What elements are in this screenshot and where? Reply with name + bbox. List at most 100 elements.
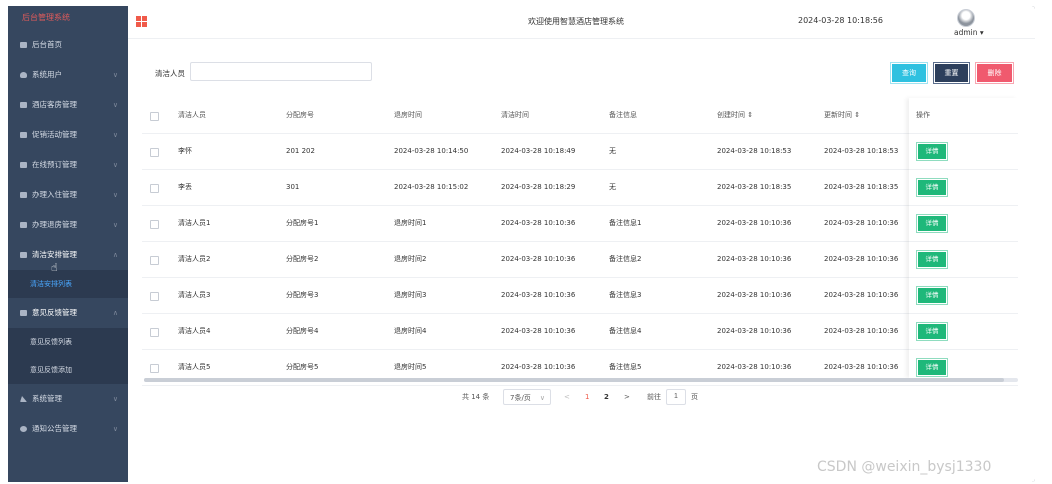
sidebar-item-label: 系统管理 — [32, 394, 62, 403]
detail-button[interactable]: 详情 — [916, 250, 948, 269]
table-cell: 2024-03-28 10:10:36 — [501, 219, 576, 227]
table-cell: 2024-03-28 10:14:50 — [394, 147, 469, 155]
sidebar-item-promotions[interactable]: 促销活动管理 ∨ — [8, 120, 128, 150]
cleaning-table: 清洁人员 分配房号 退房时间 清洁时间 备注信息 创建时间 ⇕ 更新时间 ⇕ 操… — [142, 98, 1018, 386]
doc-icon — [20, 252, 27, 258]
table-row: 清洁人员2 分配房号2 退房时间2 2024-03-28 10:10:36 备注信息2 2… — [142, 242, 1018, 278]
pager-page-1[interactable]: 1 — [585, 389, 589, 405]
table-cell: 无 — [609, 147, 616, 155]
row-checkbox[interactable] — [150, 256, 159, 265]
sidebar-item-label: 促销活动管理 — [32, 130, 77, 139]
table-cell: 2024-03-28 10:10:36 — [717, 219, 792, 227]
col-header: 备注信息 — [609, 111, 637, 119]
table-cell: 201 202 — [286, 147, 315, 155]
menu-toggle-icon[interactable] — [136, 16, 147, 27]
table-cell: 2024-03-28 10:10:36 — [717, 327, 792, 335]
pager-page-unit: 页 — [691, 393, 698, 401]
horizontal-scrollbar[interactable] — [144, 378, 1018, 382]
cleaner-search-input[interactable] — [190, 62, 372, 81]
col-header-sortable[interactable]: 更新时间 ⇕ — [824, 98, 860, 133]
delete-button[interactable]: 删除 — [975, 62, 1014, 84]
table-cell: 2024-03-28 10:10:36 — [824, 291, 899, 299]
chevron-down-icon: ∨ — [112, 425, 118, 433]
table-cell: 2024-03-28 10:18:35 — [824, 183, 899, 191]
sidebar-item-label: 办理入住管理 — [32, 190, 77, 199]
row-checkbox[interactable] — [150, 364, 159, 373]
table-cell: 2024-03-28 10:18:53 — [824, 147, 899, 155]
sidebar-subitem-feedback-list[interactable]: 意见反馈列表 — [8, 328, 128, 356]
col-header-sortable[interactable]: 创建时间 ⇕ — [717, 98, 753, 133]
info-icon — [20, 426, 27, 432]
chevron-down-icon: ∨ — [112, 71, 118, 79]
col-header: 清洁人员 — [178, 111, 206, 119]
sidebar-item-checkin[interactable]: 办理入住管理 ∨ — [8, 180, 128, 210]
sidebar-item-label: 通知公告管理 — [32, 424, 77, 433]
doc-icon — [20, 222, 27, 228]
welcome-title: 欢迎使用智慧酒店管理系统 — [528, 17, 624, 26]
chevron-down-icon: ∨ — [539, 394, 545, 402]
col-header: 操作 — [916, 111, 930, 119]
sidebar-subitem-feedback-add[interactable]: 意见反馈添加 — [8, 356, 128, 384]
detail-button[interactable]: 详情 — [916, 214, 948, 233]
detail-button[interactable]: 详情 — [916, 142, 948, 161]
sidebar-item-booking[interactable]: 在线预订管理 ∨ — [8, 150, 128, 180]
table-cell: 2024-03-28 10:10:36 — [824, 255, 899, 263]
sidebar-item-rooms[interactable]: 酒店客房管理 ∨ — [8, 90, 128, 120]
pager-goto-input[interactable] — [666, 389, 686, 405]
pager-page-2[interactable]: 2 — [604, 389, 609, 405]
sidebar-item-notices[interactable]: 通知公告管理 ∨ — [8, 414, 128, 444]
table-cell: 退房时间4 — [394, 327, 427, 335]
row-checkbox[interactable] — [150, 148, 159, 157]
doc-icon — [20, 310, 27, 316]
table-cell: 退房时间2 — [394, 255, 427, 263]
row-checkbox[interactable] — [150, 328, 159, 337]
page-size-select[interactable]: 7条/页 ∨ — [503, 389, 551, 405]
table-cell: 退房时间3 — [394, 291, 427, 299]
main-panel: 欢迎使用智慧酒店管理系统 2024-03-28 10:18:56 admin ▾… — [128, 6, 1035, 482]
table-cell: 2024-03-28 10:10:36 — [501, 255, 576, 263]
reset-button[interactable]: 重置 — [933, 62, 970, 84]
detail-button[interactable]: 详情 — [916, 358, 948, 377]
bar-chart-icon — [20, 396, 27, 402]
row-checkbox[interactable] — [150, 292, 159, 301]
table-cell: 2024-03-28 10:10:36 — [824, 219, 899, 227]
sidebar-item-label: 系统用户 — [32, 70, 62, 79]
top-bar: 欢迎使用智慧酒店管理系统 2024-03-28 10:18:56 admin ▾ — [128, 6, 1035, 39]
scrollbar-thumb[interactable] — [144, 378, 1004, 382]
query-button[interactable]: 查询 — [890, 62, 928, 84]
row-checkbox[interactable] — [150, 220, 159, 229]
pager-goto-label: 前往 — [647, 393, 661, 401]
sidebar-item-checkout[interactable]: 办理退房管理 ∨ — [8, 210, 128, 240]
table-row: 李丢 301 2024-03-28 10:15:02 2024-03-28 10:18… — [142, 170, 1018, 206]
table-cell: 备注信息3 — [609, 291, 642, 299]
pager-next-button[interactable]: > — [624, 389, 630, 405]
chevron-down-icon: ∨ — [112, 191, 118, 199]
detail-button[interactable]: 详情 — [916, 178, 948, 197]
sidebar-item-feedback[interactable]: 意见反馈管理 ∧ — [8, 298, 128, 328]
brand-title: 后台管理系统 — [22, 13, 70, 22]
sidebar-item-users[interactable]: 系统用户 ∨ — [8, 60, 128, 90]
detail-button[interactable]: 详情 — [916, 322, 948, 341]
detail-button[interactable]: 详情 — [916, 286, 948, 305]
avatar[interactable] — [957, 9, 975, 27]
table-cell: 2024-03-28 10:18:53 — [717, 147, 792, 155]
sidebar-item-label: 在线预订管理 — [32, 160, 77, 169]
select-all-checkbox[interactable] — [150, 112, 159, 121]
sidebar-item-label: 后台首页 — [32, 40, 62, 49]
col-header: 分配房号 — [286, 111, 314, 119]
table-cell: 清洁人员2 — [178, 255, 211, 263]
table-cell: 分配房号3 — [286, 291, 319, 299]
sidebar-item-cleaning[interactable]: 清洁安排管理 ∧ — [8, 240, 128, 270]
row-checkbox[interactable] — [150, 184, 159, 193]
sidebar-item-system[interactable]: 系统管理 ∨ — [8, 384, 128, 414]
sidebar-subitem-cleaning-list[interactable]: 清洁安排列表 — [8, 270, 128, 298]
table-cell: 分配房号4 — [286, 327, 319, 335]
sidebar-item-home[interactable]: 后台首页 — [8, 30, 128, 60]
user-icon — [20, 72, 27, 78]
table-cell: 备注信息1 — [609, 219, 642, 227]
chevron-down-icon: ∨ — [112, 101, 118, 109]
table-cell: 2024-03-28 10:10:36 — [501, 291, 576, 299]
table-cell: 无 — [609, 183, 616, 191]
user-dropdown[interactable]: admin ▾ — [954, 28, 984, 37]
pager-prev-button[interactable]: < — [564, 389, 570, 405]
